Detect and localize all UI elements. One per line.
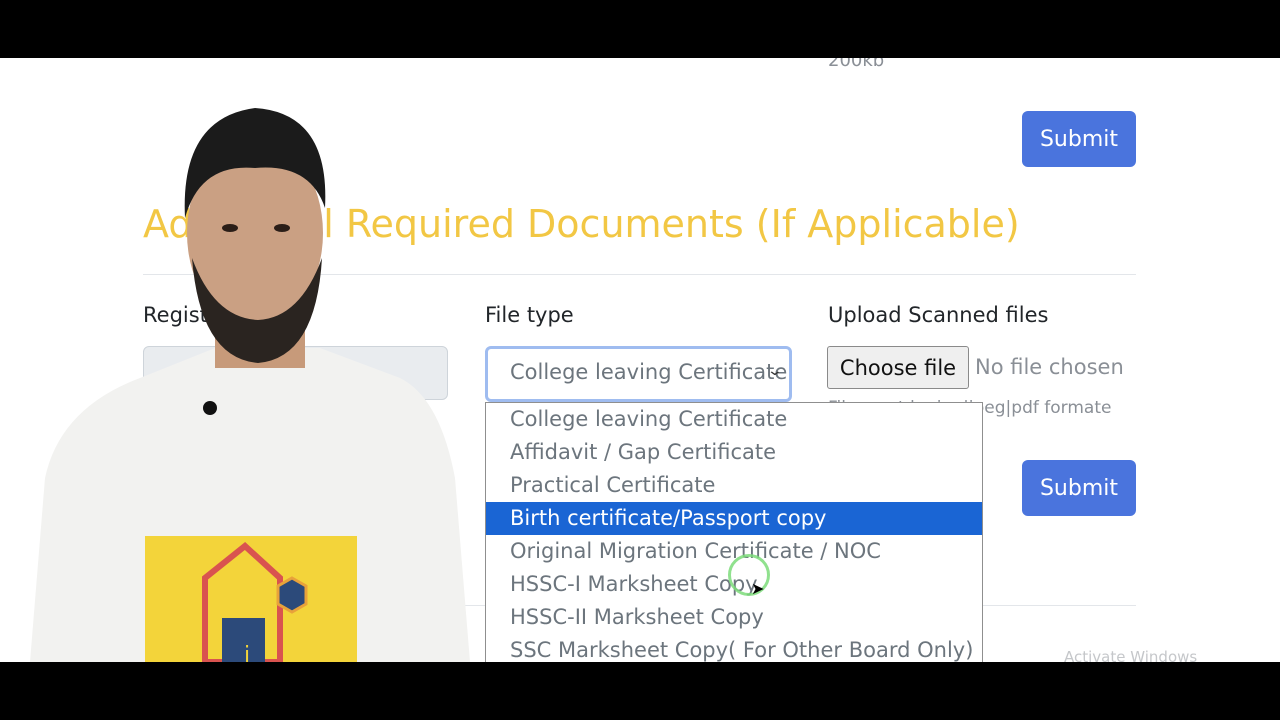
dropdown-option[interactable]: Birth certificate/Passport copy: [486, 502, 982, 535]
chevron-down-icon: ⌄: [766, 363, 784, 379]
dropdown-option[interactable]: SSC Marksheet Copy( For Other Board Only…: [486, 634, 982, 662]
dropdown-option[interactable]: HSSC-II Marksheet Copy: [486, 601, 982, 634]
submit-button[interactable]: Submit: [1022, 460, 1136, 516]
mouse-pointer-icon: ➤: [751, 579, 765, 598]
screen: 200kb Submit Additional Required Documen…: [0, 58, 1280, 662]
file-type-select-value: College leaving Certificate: [510, 360, 788, 384]
activate-windows-watermark: Activate Windows: [1064, 648, 1198, 662]
registration-label: Registration: [143, 303, 270, 327]
next-section-title: nts: [400, 550, 450, 588]
file-type-label: File type: [485, 303, 574, 327]
file-type-select[interactable]: College leaving Certificate ⌄: [485, 346, 792, 402]
dropdown-option[interactable]: Affidavit / Gap Certificate: [486, 436, 982, 469]
dropdown-option[interactable]: College leaving Certificate: [486, 403, 982, 436]
file-type-dropdown-list[interactable]: College leaving Certificate Affidavit / G…: [485, 402, 983, 662]
svg-text:i: i: [244, 643, 250, 662]
size-hint-text: 200kb: [828, 58, 885, 71]
divider: [143, 274, 1136, 275]
file-status-text: No file chosen: [975, 355, 1124, 379]
section-title: Additional Required Documents (If Applic…: [143, 202, 1020, 246]
registration-input[interactable]: [143, 346, 448, 400]
choose-file-button[interactable]: Choose file: [827, 346, 969, 389]
dropdown-option[interactable]: Practical Certificate: [486, 469, 982, 502]
submit-button-top[interactable]: Submit: [1022, 111, 1136, 167]
upload-label: Upload Scanned files: [828, 303, 1049, 327]
